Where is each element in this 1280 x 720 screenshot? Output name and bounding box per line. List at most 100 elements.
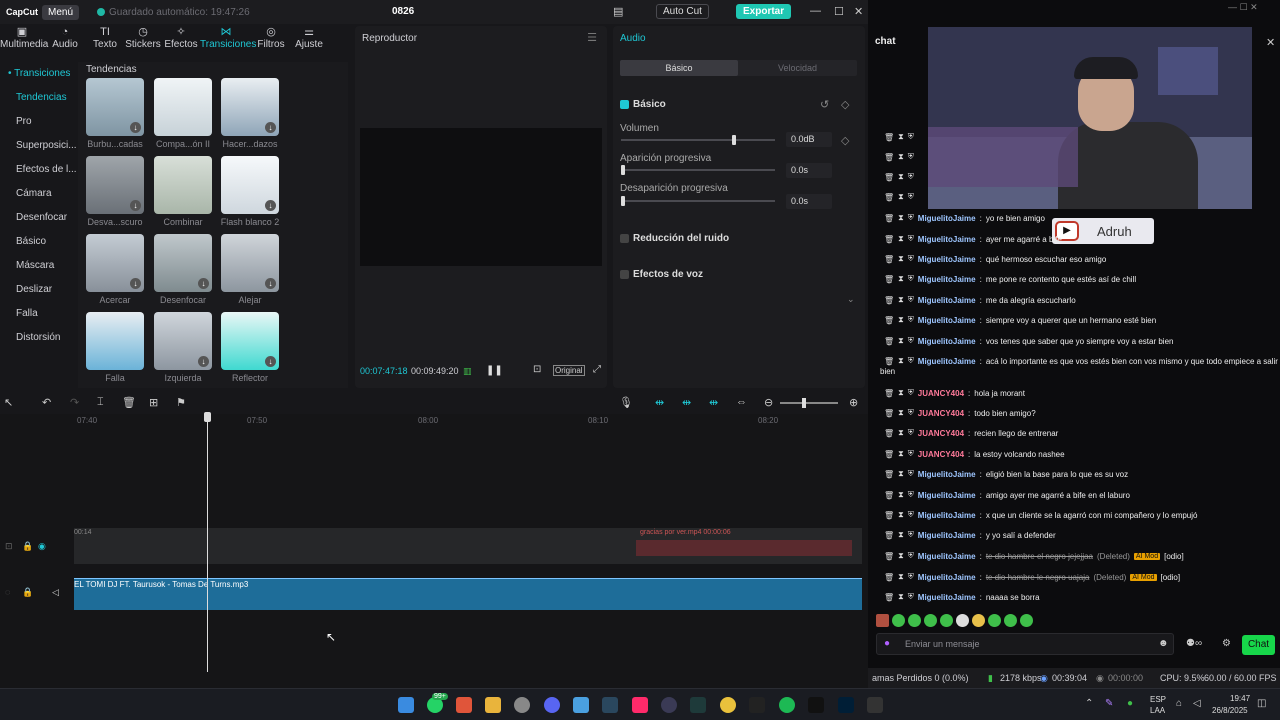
tool-audio[interactable]: ◔ Audio xyxy=(44,24,86,54)
capcut-icon[interactable] xyxy=(749,697,765,713)
trash-icon[interactable]: 🗑 xyxy=(884,193,894,202)
fadeout-slider[interactable] xyxy=(621,196,775,206)
close-icon[interactable]: ✕ xyxy=(854,5,863,18)
download-icon[interactable]: ↓ xyxy=(265,200,276,211)
steam-icon[interactable] xyxy=(602,697,618,713)
maximize-icon[interactable]: ☐ xyxy=(834,5,844,18)
zoom-slider[interactable] xyxy=(780,398,838,408)
trash-icon[interactable]: 🗑 xyxy=(884,593,894,602)
download-icon[interactable]: ↓ xyxy=(130,278,141,289)
undo-icon[interactable]: ↶ xyxy=(42,396,51,409)
transition-thumbnail[interactable]: ↓ xyxy=(86,156,144,214)
chevron-down-icon[interactable]: ⌄ xyxy=(847,294,855,305)
minimize-icon[interactable]: — xyxy=(810,5,821,17)
timeout-icon[interactable]: ⧗ xyxy=(898,172,904,182)
marker-icon[interactable]: ⚑ xyxy=(176,396,186,409)
fullscreen-icon[interactable]: ⤢ xyxy=(593,364,601,375)
sidebar-item-mascara[interactable]: Máscara xyxy=(0,254,78,278)
chat-user[interactable]: MiguelitoJaime xyxy=(918,316,976,325)
chat-user[interactable]: JUANCY404 xyxy=(918,389,964,398)
chat-user[interactable]: MiguelitoJaime xyxy=(918,255,976,264)
settings-gear-icon[interactable]: ⚙ xyxy=(1222,638,1231,649)
windows-start-icon[interactable] xyxy=(398,697,414,713)
chat-user[interactable]: MiguelitoJaime xyxy=(918,214,976,223)
timeout-icon[interactable]: ⧗ xyxy=(898,551,904,561)
points-icon[interactable]: ⚉∞ xyxy=(1186,638,1202,649)
timeout-icon[interactable]: ⧗ xyxy=(898,336,904,346)
trash-icon[interactable]: 🗑 xyxy=(884,296,894,305)
snap-icon[interactable]: ⇹ xyxy=(682,396,691,409)
mic-icon[interactable]: 🎙 xyxy=(619,396,633,409)
zoom-in-icon[interactable]: ⊕ xyxy=(849,396,858,409)
basic-section[interactable]: Básico xyxy=(620,99,666,110)
preview-axis-icon[interactable]: ⇔ xyxy=(736,396,747,408)
layout-icon[interactable]: ▤ xyxy=(613,5,623,18)
select-tool-icon[interactable]: ↖ xyxy=(4,396,13,409)
video-preview[interactable] xyxy=(360,128,602,266)
chat-user[interactable]: JUANCY404 xyxy=(918,429,964,438)
emoji-icon[interactable]: ☻ xyxy=(1158,638,1169,649)
trash-icon[interactable]: 🗑 xyxy=(884,429,894,438)
chat-user[interactable]: MiguelitoJaime xyxy=(918,491,976,500)
obs-icon[interactable] xyxy=(661,697,677,713)
download-icon[interactable]: ↓ xyxy=(265,122,276,133)
playhead[interactable] xyxy=(207,414,208,672)
sidebar-item-desenfocar[interactable]: Desenfocar xyxy=(0,206,78,230)
timeout-icon[interactable]: ⧗ xyxy=(898,356,904,366)
transition-thumbnail[interactable]: ↓ xyxy=(221,312,279,370)
tool-multimedia[interactable]: ▣ Multimedia xyxy=(0,24,48,54)
transition-thumbnail[interactable] xyxy=(154,156,212,214)
emote-icon[interactable] xyxy=(908,614,921,627)
timeout-icon[interactable]: ⧗ xyxy=(898,510,904,520)
clock-date[interactable]: 26/8/2025 xyxy=(1212,706,1248,715)
export-button[interactable]: Exportar xyxy=(736,4,792,19)
trash-icon[interactable]: 🗑 xyxy=(884,511,894,520)
mic-icon[interactable]: ● xyxy=(884,638,890,649)
ratio-original[interactable]: Original xyxy=(553,365,585,376)
chat-input[interactable]: Enviar un mensaje xyxy=(876,633,1174,655)
chat-user[interactable]: MiguelitoJaime xyxy=(918,275,976,284)
transition-thumbnail[interactable]: ↓ xyxy=(154,312,212,370)
emote-icon[interactable] xyxy=(876,614,889,627)
slider-knob[interactable] xyxy=(621,165,625,175)
notifications-icon[interactable]: ◫ xyxy=(1257,698,1266,709)
fadein-value[interactable]: 0.0s xyxy=(786,163,832,178)
trash-icon[interactable]: 🗑 xyxy=(884,531,894,540)
volume-icon[interactable]: ◁ xyxy=(1193,698,1201,709)
trash-icon[interactable]: 🗑 xyxy=(884,409,894,418)
zoom-knob[interactable] xyxy=(802,398,806,408)
transition-thumbnail[interactable] xyxy=(86,312,144,370)
emote-icon[interactable] xyxy=(1004,614,1017,627)
link-main-icon[interactable]: ⇹ xyxy=(655,396,664,409)
timeout-icon[interactable]: ⧗ xyxy=(898,295,904,305)
autocut-button[interactable]: Auto Cut xyxy=(656,4,709,19)
trash-icon[interactable]: 🗑 xyxy=(884,573,894,582)
split-icon[interactable]: ⌶ xyxy=(97,396,104,409)
chat-user[interactable]: MiguelitoJaime xyxy=(918,470,976,479)
transition-thumbnail[interactable]: ↓ xyxy=(221,78,279,136)
keyframe-icon[interactable]: ◇ xyxy=(841,98,849,111)
lock-icon[interactable]: 🔒 xyxy=(22,541,33,552)
language[interactable]: ESP xyxy=(1150,695,1166,704)
tray-chevron-icon[interactable]: ⌃ xyxy=(1085,698,1093,709)
emote-icon[interactable] xyxy=(972,614,985,627)
lock-icon[interactable]: 🔒 xyxy=(22,587,33,598)
sidebar-item-basico[interactable]: Básico xyxy=(0,230,78,254)
screenshot-icon[interactable]: ⊡ xyxy=(533,364,541,375)
timeout-icon[interactable]: ⧗ xyxy=(898,315,904,325)
region[interactable]: LAA xyxy=(1150,706,1165,715)
download-icon[interactable]: ↓ xyxy=(130,122,141,133)
discord-icon[interactable] xyxy=(544,697,560,713)
emote-icon[interactable] xyxy=(940,614,953,627)
stream-window-controls[interactable]: — ☐ ✕ xyxy=(1228,2,1258,13)
noise-section[interactable]: Reducción del ruido xyxy=(620,233,729,244)
checkbox-icon[interactable] xyxy=(620,234,629,243)
tiktok-live-icon[interactable] xyxy=(632,697,648,713)
photos-icon[interactable] xyxy=(573,697,589,713)
emote-icon[interactable] xyxy=(924,614,937,627)
transition-thumbnail[interactable]: ↓ xyxy=(221,156,279,214)
timeout-icon[interactable]: ⧗ xyxy=(898,449,904,459)
sidebar-item-pro[interactable]: Pro xyxy=(0,110,78,134)
trash-icon[interactable]: 🗑 xyxy=(884,337,894,346)
transition-thumbnail[interactable]: ↓ xyxy=(86,78,144,136)
